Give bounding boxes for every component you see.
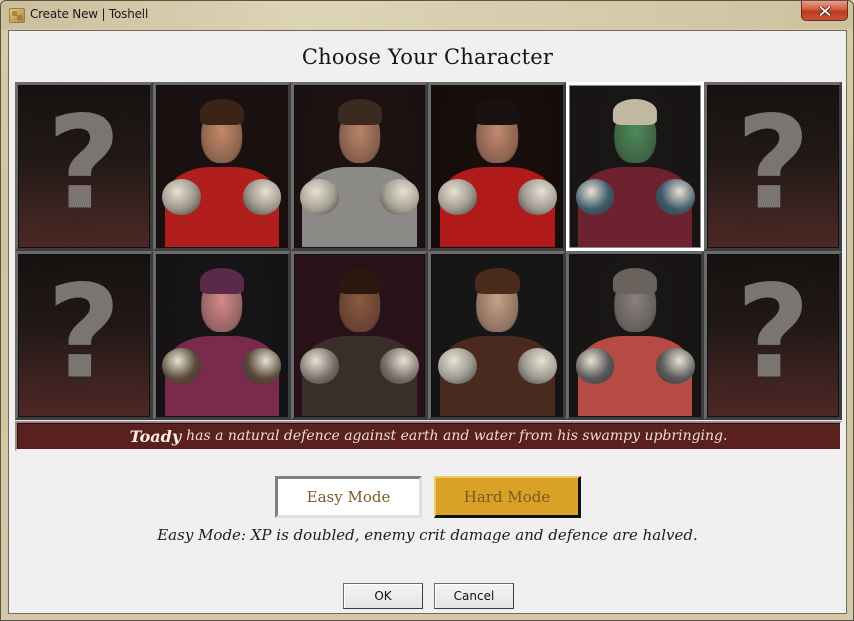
question-mark-icon: ? [46, 257, 122, 407]
locked-placeholder: ? [19, 86, 149, 247]
character-slot-locked[interactable]: ? [15, 82, 153, 251]
character-description-text: has a natural defence against earth and … [186, 428, 728, 444]
portrait-hair [337, 98, 382, 125]
locked-placeholder: ? [19, 255, 149, 416]
portrait-shoulder [380, 348, 420, 384]
portrait-hair [199, 267, 244, 294]
character-slot-locked[interactable]: ? [704, 251, 842, 420]
portrait-shoulder [380, 179, 420, 215]
portrait-shoulder [242, 179, 282, 215]
question-mark-icon: ? [46, 88, 122, 238]
cancel-button[interactable]: Cancel [434, 583, 514, 609]
character-slot[interactable] [152, 82, 291, 251]
close-icon [818, 5, 831, 16]
character-slot[interactable] [428, 251, 567, 420]
portrait-chest [474, 182, 521, 247]
character-portrait [570, 86, 701, 247]
character-portrait [570, 255, 701, 416]
app-icon [9, 8, 25, 23]
portrait-shoulder [162, 179, 201, 215]
page-title: Choose Your Character [301, 45, 554, 69]
portrait-hair [613, 267, 658, 294]
portrait-hair [199, 98, 244, 125]
portrait-shoulder [575, 348, 615, 384]
portrait-shoulder [575, 179, 615, 215]
ok-button[interactable]: OK [343, 583, 423, 609]
dialog-window: Create New | Toshell Choose Your Charact… [0, 0, 854, 621]
title-bar[interactable]: Create New | Toshell [1, 1, 853, 29]
character-portrait [432, 255, 563, 416]
portrait-chest [474, 351, 521, 416]
locked-placeholder: ? [708, 86, 838, 247]
window-title: Create New | Toshell [30, 7, 149, 21]
character-name: Toady [129, 426, 182, 446]
portrait-chest [336, 351, 383, 416]
portrait-shoulder [242, 348, 282, 384]
character-slot[interactable] [428, 82, 567, 251]
easy-mode-button[interactable]: Easy Mode [275, 476, 422, 518]
character-slot[interactable] [290, 82, 429, 251]
portrait-hair [337, 267, 382, 294]
character-grid: ???? [15, 82, 842, 420]
portrait-shoulder [299, 179, 339, 215]
portrait-chest [611, 182, 659, 247]
dialog-content: Choose Your Character ???? Toady has a n… [8, 30, 847, 614]
portrait-shoulder [518, 348, 558, 384]
portrait-shoulder [437, 179, 477, 215]
character-slot-locked[interactable]: ? [15, 251, 153, 420]
character-portrait [432, 86, 563, 247]
character-slot-locked[interactable]: ? [704, 82, 842, 251]
locked-placeholder: ? [708, 255, 838, 416]
mode-description: Easy Mode: XP is doubled, enemy crit dam… [157, 526, 698, 544]
question-mark-icon: ? [735, 257, 811, 407]
portrait-shoulder [437, 348, 477, 384]
portrait-chest [198, 351, 246, 416]
character-portrait [294, 255, 425, 416]
portrait-chest [336, 182, 383, 247]
character-slot[interactable] [566, 82, 705, 251]
question-mark-icon: ? [735, 88, 811, 238]
portrait-shoulder [299, 348, 339, 384]
portrait-chest [611, 351, 659, 416]
character-portrait [156, 255, 287, 416]
portrait-shoulder [656, 348, 695, 384]
portrait-shoulder [656, 179, 695, 215]
character-description: Toady has a natural defence against eart… [15, 421, 842, 451]
character-portrait [156, 86, 287, 247]
character-portrait [294, 86, 425, 247]
hard-mode-button[interactable]: Hard Mode [434, 476, 581, 518]
character-slot[interactable] [290, 251, 429, 420]
character-slot[interactable] [566, 251, 705, 420]
portrait-chest [198, 182, 246, 247]
portrait-shoulder [518, 179, 558, 215]
close-button[interactable] [801, 1, 848, 21]
portrait-hair [475, 98, 520, 125]
portrait-shoulder [162, 348, 201, 384]
character-slot[interactable] [152, 251, 291, 420]
portrait-hair [613, 98, 658, 125]
portrait-hair [475, 267, 520, 294]
